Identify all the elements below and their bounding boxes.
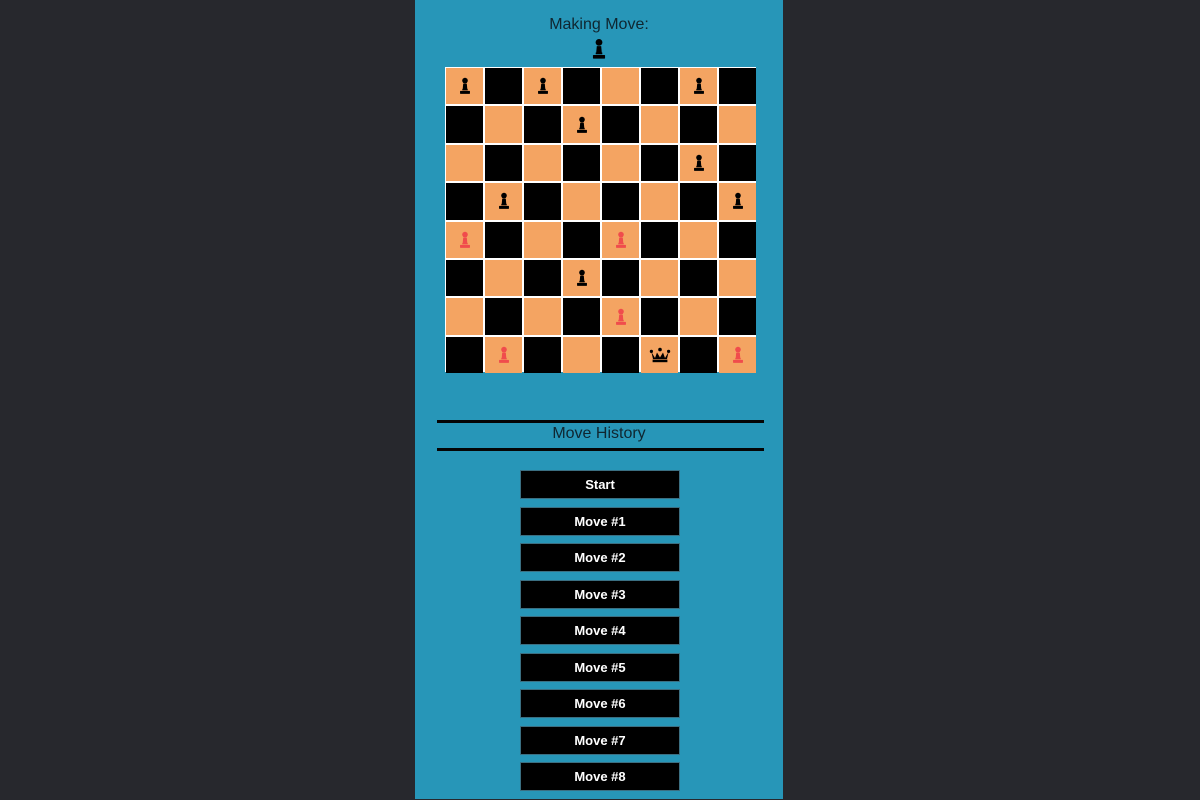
board-square-g2[interactable] [680, 298, 717, 335]
current-player-pawn-icon [585, 35, 613, 63]
board-square-b1[interactable] [485, 336, 522, 374]
black-pawn-icon[interactable] [534, 77, 552, 95]
history-move-3-button[interactable]: Move #3 [520, 579, 680, 609]
history-move-1-button[interactable]: Move #1 [520, 506, 680, 536]
history-move-7-button[interactable]: Move #7 [520, 725, 680, 755]
black-pawn-icon[interactable] [456, 77, 474, 95]
red-pawn-icon[interactable] [729, 346, 747, 364]
board-square-f7[interactable] [641, 106, 678, 143]
board-square-c8[interactable] [524, 68, 561, 105]
board-square-a6[interactable] [446, 144, 483, 182]
board-square-e8[interactable] [602, 68, 639, 105]
history-move-6-button[interactable]: Move #6 [520, 689, 680, 718]
board-square-h8[interactable] [719, 68, 756, 105]
board-square-c2[interactable] [524, 298, 561, 335]
red-pawn-icon[interactable] [612, 308, 630, 326]
board-square-h7[interactable] [719, 106, 756, 143]
board-square-a4[interactable] [446, 221, 483, 258]
board-square-g8[interactable] [680, 68, 717, 105]
board-square-f2[interactable] [641, 298, 678, 335]
board-square-b2[interactable] [485, 298, 522, 335]
board-square-f6[interactable] [641, 144, 678, 182]
board-square-b7[interactable] [485, 106, 522, 143]
board-square-g3[interactable] [680, 259, 717, 297]
board-square-h1[interactable] [719, 336, 756, 374]
board-square-c5[interactable] [524, 183, 561, 220]
board-square-h5[interactable] [719, 183, 756, 220]
board-square-g7[interactable] [680, 106, 717, 143]
board-square-h4[interactable] [719, 221, 756, 258]
board-square-c3[interactable] [524, 259, 561, 297]
history-top-divider [437, 420, 764, 423]
board-square-f4[interactable] [641, 221, 678, 258]
board-square-g6[interactable] [680, 144, 717, 182]
history-bottom-divider [437, 448, 764, 451]
black-pawn-icon[interactable] [690, 154, 708, 172]
board-square-e1[interactable] [602, 336, 639, 374]
board-square-d8[interactable] [563, 68, 600, 105]
board-square-d4[interactable] [563, 221, 600, 258]
black-king-icon[interactable] [649, 344, 671, 366]
game-panel: Making Move: Move History Start Move #1 Mo… [415, 0, 783, 799]
board-square-e2[interactable] [602, 298, 639, 335]
history-move-5-button[interactable]: Move #5 [520, 652, 680, 682]
board-square-b3[interactable] [485, 259, 522, 297]
red-pawn-icon[interactable] [612, 231, 630, 249]
board-square-h2[interactable] [719, 298, 756, 335]
board-square-f3[interactable] [641, 259, 678, 297]
board-square-h3[interactable] [719, 259, 756, 297]
board-square-c7[interactable] [524, 106, 561, 143]
board-square-c1[interactable] [524, 336, 561, 374]
move-history-title: Move History [552, 425, 646, 442]
board-square-c6[interactable] [524, 144, 561, 182]
board-square-e4[interactable] [602, 221, 639, 258]
move-history-list: Start Move #1 Move #2 Move #3 Move #4 Move #5… [520, 470, 680, 799]
history-move-8-button[interactable]: Move #8 [520, 762, 680, 791]
board-square-b8[interactable] [485, 68, 522, 105]
board-square-a7[interactable] [446, 106, 483, 143]
red-pawn-icon[interactable] [495, 346, 513, 364]
board-square-e3[interactable] [602, 259, 639, 297]
board-square-e6[interactable] [602, 144, 639, 182]
board-square-e5[interactable] [602, 183, 639, 220]
board-square-g1[interactable] [680, 336, 717, 374]
board-square-a8[interactable] [446, 68, 483, 105]
black-pawn-icon[interactable] [495, 192, 513, 210]
board-square-d5[interactable] [563, 183, 600, 220]
board-square-a1[interactable] [446, 336, 483, 374]
board-square-f1[interactable] [641, 336, 678, 374]
board-square-a2[interactable] [446, 298, 483, 335]
history-move-4-button[interactable]: Move #4 [520, 616, 680, 645]
board-square-h6[interactable] [719, 144, 756, 182]
making-move-label: Making Move: [549, 16, 649, 33]
board-square-g5[interactable] [680, 183, 717, 220]
black-pawn-icon[interactable] [729, 192, 747, 210]
history-move-2-button[interactable]: Move #2 [520, 543, 680, 572]
board-square-d7[interactable] [563, 106, 600, 143]
board-square-f8[interactable] [641, 68, 678, 105]
board-square-a5[interactable] [446, 183, 483, 220]
board-square-b6[interactable] [485, 144, 522, 182]
board-square-g4[interactable] [680, 221, 717, 258]
board-square-d1[interactable] [563, 336, 600, 374]
board-square-f5[interactable] [641, 183, 678, 220]
red-pawn-icon[interactable] [456, 231, 474, 249]
board-square-d2[interactable] [563, 298, 600, 335]
board-square-b4[interactable] [485, 221, 522, 258]
board-square-c4[interactable] [524, 221, 561, 258]
board-square-e7[interactable] [602, 106, 639, 143]
black-pawn-icon[interactable] [690, 77, 708, 95]
board-square-a3[interactable] [446, 259, 483, 297]
history-start-button[interactable]: Start [520, 470, 680, 499]
board-square-d6[interactable] [563, 144, 600, 182]
board-square-b5[interactable] [485, 183, 522, 220]
black-pawn-icon[interactable] [573, 116, 591, 134]
board-square-d3[interactable] [563, 259, 600, 297]
black-pawn-icon[interactable] [573, 269, 591, 287]
chess-board [445, 67, 756, 374]
